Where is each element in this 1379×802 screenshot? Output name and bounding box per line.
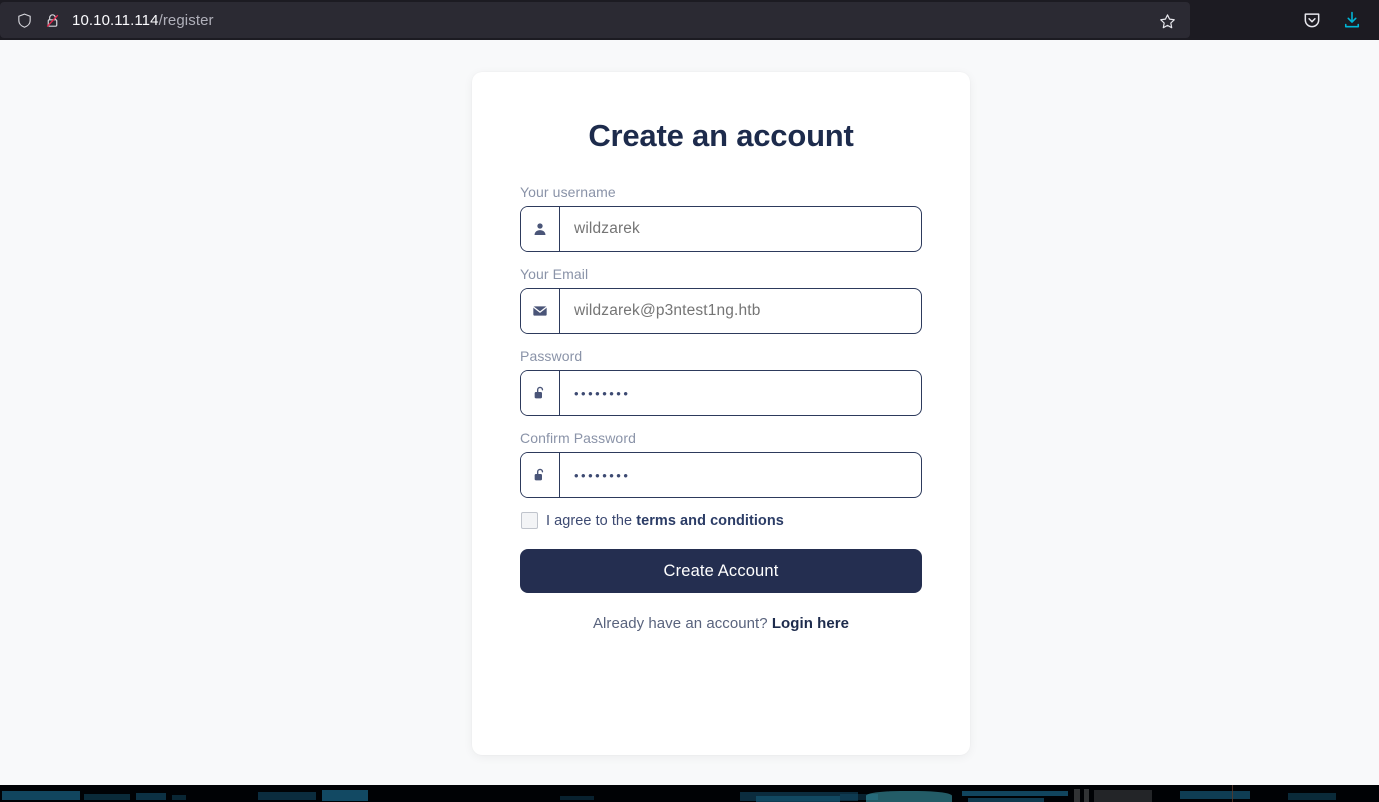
create-account-button[interactable]: Create Account [520,549,922,593]
label-email: Your Email [520,266,589,282]
label-confirm-password: Confirm Password [520,430,636,446]
page-title: Create an account [588,118,854,153]
confirm-password-input-group[interactable] [520,452,922,498]
download-icon[interactable] [1339,7,1365,33]
field-password: Password [520,348,922,416]
unlock-icon [521,453,560,497]
password-input[interactable] [560,371,921,415]
register-card: Create an account Your username Yo [472,72,970,755]
label-username: Your username [520,184,616,200]
email-input[interactable] [560,289,921,333]
register-form: Your username Your Email [520,184,922,632]
unlock-icon [521,371,560,415]
desktop-wallpaper-strip [0,785,1379,802]
user-icon [521,207,560,251]
field-confirm-password: Confirm Password [520,430,922,498]
url-path: /register [158,11,214,29]
toolbar-right-buttons [1299,0,1379,40]
username-input-group[interactable] [520,206,922,252]
terms-label: I agree to the terms and conditions [546,513,784,529]
email-input-group[interactable] [520,288,922,334]
label-password: Password [520,348,583,364]
login-prompt-prefix: Already have an account? [592,615,772,632]
shield-icon[interactable] [10,6,38,34]
login-prompt: Already have an account? Login here [520,615,922,632]
bookmark-star-icon[interactable] [1152,8,1182,34]
page-body: Create an account Your username Yo [0,40,1379,785]
url-host: 10.10.11.114 [72,11,159,29]
terms-row: I agree to the terms and conditions [520,512,922,529]
field-email: Your Email [520,266,922,334]
password-input-group[interactable] [520,370,922,416]
envelope-icon [521,289,560,333]
url-display[interactable]: 10.10.11.114/register [72,12,214,29]
terms-prefix: I agree to the [546,512,637,529]
confirm-password-input[interactable] [560,453,921,497]
login-here-link[interactable]: Login here [772,615,849,632]
field-username: Your username [520,184,922,252]
username-input[interactable] [560,207,921,251]
terms-checkbox[interactable] [521,512,538,529]
terms-and-conditions-link[interactable]: terms and conditions [636,513,784,529]
insecure-lock-icon[interactable] [38,6,66,34]
pocket-icon[interactable] [1299,7,1325,33]
browser-toolbar: 10.10.11.114/register [0,0,1379,40]
address-bar[interactable]: 10.10.11.114/register [0,2,1190,38]
